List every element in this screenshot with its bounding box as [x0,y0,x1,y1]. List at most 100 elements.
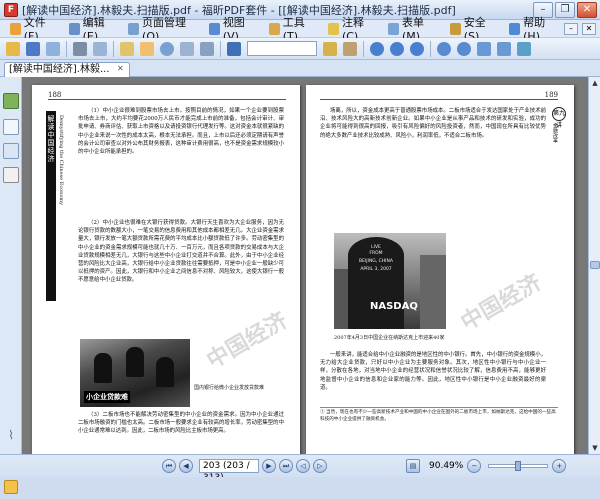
edit-icon [68,22,80,35]
paragraph-1: （1）中小企业很难到股票市场去上市。按照目前的情况，如果一个企业要到股票市场去上… [78,108,284,156]
close-icon[interactable]: ✕ [117,65,126,74]
page-number: 189 [544,91,558,99]
zoom-slider[interactable] [488,461,549,471]
security-icon [449,22,461,35]
toolbar-separator [430,40,431,57]
hand-button[interactable] [138,40,156,58]
menu-item-edit[interactable]: 编辑(E) [63,16,122,43]
email-button[interactable] [44,40,62,58]
menu-item-pages[interactable]: 页面管理(O) [122,16,203,43]
prev-page-button[interactable] [388,40,406,58]
paragraph-1: 场离，所以，资金成本更高于普通股票市场成本。二板市场适合于发达国家处于产业技术前… [320,108,546,139]
forward-icon[interactable]: ▷ [313,459,327,473]
zoom-in-icon[interactable]: + [552,459,567,473]
menu-item-security[interactable]: 安全(S) [444,16,503,43]
zoom-out-icon[interactable]: − [467,459,482,473]
email-icon [46,41,60,56]
tower-text-line: APRIL 3, 2007 [360,267,392,272]
select-text-button[interactable] [118,40,136,58]
help-icon [509,22,521,35]
snapshot-button[interactable] [178,40,196,58]
zoom-out-button[interactable] [455,40,473,58]
chapter-title: 金融改革 [552,123,558,143]
menu-item-file[interactable]: 文件(F) [4,16,63,43]
search-input[interactable] [247,41,317,56]
pages-thumb-icon[interactable] [3,119,19,135]
prev-page-icon[interactable]: ◀ [179,459,193,473]
paperclip-icon[interactable]: ⌇ [3,427,19,443]
scroll-thumb[interactable] [590,261,600,269]
page-188: 188 解读中国经济 Demystifying the Chinese Econ… [32,85,300,454]
layers-icon[interactable] [3,143,19,159]
zoom-in-button[interactable] [435,40,453,58]
open-button[interactable] [4,40,22,58]
save-icon [26,41,40,56]
last-page-icon[interactable]: ⏭ [279,459,293,473]
photo-figure [126,347,144,377]
nasdaq-photo: LIVE FROM BEIJING, CHINA APRIL 3, 2007 N… [334,233,446,329]
photo-figure [156,357,174,387]
nasdaq-sign: NASDAQ [370,301,418,312]
notification-icon[interactable] [4,480,18,494]
status-bottom-strip [0,477,600,499]
foxit-pdf-icon: F [4,2,18,17]
vertical-scrollbar[interactable]: ▲ ▼ [588,77,600,454]
book-spine-title: 解读中国经济 Demystifying the Chinese Economy [46,111,72,301]
print-button[interactable] [71,40,89,58]
watermark: 中国经济 [456,269,546,336]
actual-size-button[interactable] [475,40,493,58]
print-icon [73,41,87,56]
zoom-tool-icon [160,41,174,56]
rotate-button[interactable] [515,40,533,58]
first-page-icon[interactable]: ⏮ [162,459,176,473]
scan-button[interactable] [91,40,109,58]
next-page-icon[interactable]: ▶ [262,459,276,473]
doc-minimize-icon[interactable]: – [564,22,578,35]
attachments-icon[interactable] [3,167,19,183]
photo-caption: 国内银行给微小企业发放贷款难 [194,385,265,391]
doc-close-icon[interactable]: ✕ [582,22,596,35]
restore-icon[interactable]: ❐ [555,1,575,18]
toolbar-separator [220,40,221,57]
back-icon[interactable]: ◁ [296,459,310,473]
camera-icon [200,41,214,56]
fit-page-button[interactable] [495,40,513,58]
tools-icon [268,22,280,35]
close-icon[interactable]: ✕ [577,1,597,18]
page-number-field[interactable]: 203 (203 / 313) [199,459,259,483]
menu-item-comment[interactable]: 注释(C) [322,16,382,43]
document-tab[interactable]: [解读中国经济].林毅... ✕ [4,62,130,77]
actual-size-icon [477,41,491,56]
next-page-button[interactable] [408,40,426,58]
scroll-up-icon[interactable]: ▲ [590,78,600,88]
chapter-number: 第九讲 [552,107,566,129]
next-page-icon [410,41,424,56]
tower-text-line: FROM [369,251,383,256]
zoom-slider-knob[interactable] [515,461,522,471]
typewriter-button[interactable] [341,40,359,58]
menu-item-form[interactable]: 表单(M) [382,16,444,43]
menu-item-tools[interactable]: 工具(T) [263,16,322,43]
pages-icon [128,22,140,35]
document-viewport[interactable]: 188 解读中国经济 Demystifying the Chinese Econ… [22,77,588,454]
menu-item-view[interactable]: 视图(V) [203,16,263,43]
menu-item-help[interactable]: 帮助(H) [503,16,564,43]
file-icon [10,22,21,35]
find-button[interactable] [225,40,243,58]
zoom-in-icon [437,41,451,56]
photo-figure [94,353,112,383]
highlight-button[interactable] [321,40,339,58]
typewriter-icon [343,41,357,56]
first-page-button[interactable] [368,40,386,58]
page-layout-icon[interactable]: ▤ [406,459,420,473]
bookmarks-icon[interactable] [3,93,19,109]
camera-button[interactable] [198,40,216,58]
header-rule [48,99,286,100]
spine-title-cn: 解读中国经济 [47,115,55,163]
zoom-level: 90.49% [429,461,464,471]
zoom-tool-button[interactable] [158,40,176,58]
scroll-down-icon[interactable]: ▼ [590,443,600,453]
save-button[interactable] [24,40,42,58]
toolbar-separator [113,40,114,57]
loan-photo: 小企业贷款难 [80,339,190,407]
